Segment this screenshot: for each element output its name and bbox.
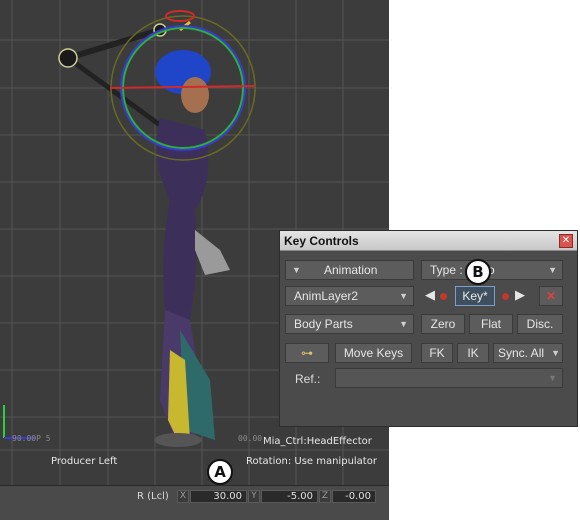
anim-layer-value: AnimLayer2 — [294, 289, 359, 303]
selection-name-label: Mia_Ctrl:HeadEffector — [263, 436, 372, 447]
y-axis-label: Y — [248, 490, 260, 503]
key-type-label: Type : — [430, 263, 463, 277]
animation-mode-dropdown[interactable]: ▼ Animation — [285, 260, 414, 280]
chevron-down-icon: ▼ — [399, 319, 408, 329]
x-axis-label: X — [177, 490, 189, 503]
close-icon[interactable]: ✕ — [559, 234, 573, 248]
camera-name-label: Producer Left — [51, 456, 118, 467]
key-controls-dialog: Key Controls ✕ ▼ Animation Type : Auto ▼… — [279, 230, 578, 427]
x-value-field[interactable]: 30.00 — [190, 490, 247, 503]
discontinuity-button[interactable]: Disc. — [517, 314, 563, 334]
next-key-icon[interactable]: ▶ — [513, 286, 527, 306]
ik-button[interactable]: IK — [457, 343, 489, 363]
chevron-down-icon: ▼ — [548, 373, 557, 383]
zero-button[interactable]: Zero — [421, 314, 465, 334]
key-dot-icon — [502, 293, 509, 300]
transform-mode-label: R (Lcl) — [137, 491, 169, 502]
key-dot-icon — [440, 293, 447, 300]
character-figure-icon — [154, 50, 230, 447]
prev-key-icon[interactable]: ◀ — [423, 286, 437, 306]
move-keys-button[interactable]: Move Keys — [335, 343, 412, 363]
fk-button[interactable]: FK — [421, 343, 453, 363]
dialog-titlebar[interactable]: Key Controls ✕ — [280, 231, 577, 251]
sync-all-dropdown[interactable]: Sync. All ▼ — [493, 343, 563, 363]
sync-all-label: Sync. All — [498, 346, 545, 360]
y-value-field[interactable]: -5.00 — [261, 490, 318, 503]
delete-key-button[interactable]: ✕ — [539, 286, 563, 306]
body-parts-dropdown[interactable]: Body Parts ▼ — [285, 314, 414, 334]
viewport-faint-right: 00.00 — [238, 434, 263, 443]
transform-statusbar: R (Lcl) X 30.00 Y -5.00 Z -0.00 — [0, 485, 389, 520]
chevron-down-icon: ▼ — [548, 265, 557, 275]
chevron-down-icon: ▼ — [551, 348, 560, 358]
rotation-mode-label: Rotation: Use manipulator — [246, 456, 377, 467]
anim-layer-dropdown[interactable]: AnimLayer2 ▼ — [285, 286, 414, 306]
viewport-faint-left: 90.00P 5 — [12, 434, 51, 443]
key-button[interactable]: Key* — [455, 286, 495, 306]
key-icon[interactable]: ⊶ — [285, 343, 329, 363]
callout-b: B — [465, 259, 491, 285]
z-axis-label: Z — [319, 490, 331, 503]
reference-label: Ref.: — [295, 372, 321, 386]
animation-mode-label: Animation — [324, 263, 378, 277]
reference-dropdown[interactable]: ▼ — [335, 368, 563, 388]
body-parts-value: Body Parts — [294, 317, 353, 331]
z-value-field[interactable]: -0.00 — [332, 490, 376, 503]
key-type-dropdown[interactable]: Type : Auto ▼ — [421, 260, 563, 280]
dialog-title: Key Controls — [284, 234, 359, 248]
flat-button[interactable]: Flat — [469, 314, 513, 334]
chevron-down-icon: ▼ — [292, 265, 301, 275]
chevron-down-icon: ▼ — [399, 291, 408, 301]
callout-a: A — [207, 459, 233, 485]
